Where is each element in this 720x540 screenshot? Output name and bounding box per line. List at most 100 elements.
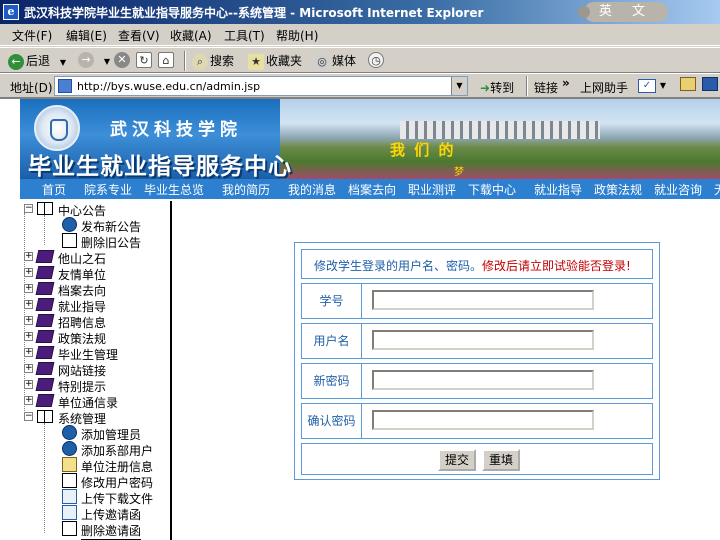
form-row-new-password: 新密码 — [301, 363, 653, 399]
page-content: 武汉科技学院 毕业生就业指导服务中心 我 们 的 梦 首页 院系专业 毕业生总览… — [0, 97, 720, 540]
username-input[interactable] — [372, 330, 594, 350]
student-id-input[interactable] — [372, 290, 594, 310]
closed-book-icon — [35, 346, 55, 359]
submit-button[interactable]: 提交 — [438, 449, 476, 471]
refresh-button[interactable]: ↻ — [136, 52, 154, 68]
expand-icon[interactable]: + — [24, 268, 33, 277]
home-button[interactable]: ⌂ — [158, 52, 176, 68]
forward-arrow-icon: → — [78, 52, 94, 68]
banner-slogan: 我 们 的 — [390, 141, 456, 159]
menu-help[interactable]: 帮助(H) — [276, 27, 318, 44]
admin-tree: − 中心公告 发布新公告 删除旧公告 + 他山之石 + 友情单位 + 档案去向 — [20, 201, 172, 540]
edit-button[interactable] — [680, 77, 696, 94]
closed-book-icon — [35, 394, 55, 407]
change-password-form: 修改学生登录的用户名、密码。修改后请立即试验能否登录! 学号 用户名 新密码 确… — [294, 242, 660, 480]
username-label: 用户名 — [302, 324, 362, 358]
nav-policies[interactable]: 政策法规 — [594, 181, 642, 198]
address-bar: 地址(D) http://bys.wuse.edu.cn/admin.jsp ▼… — [0, 73, 720, 97]
university-logo-icon — [34, 105, 80, 151]
web-helper-button[interactable]: 上网助手 — [580, 79, 628, 96]
nav-more[interactable]: 无 — [714, 181, 720, 198]
banner-dream: 梦 — [454, 167, 464, 178]
add-user-icon — [62, 441, 77, 456]
back-dropdown-icon[interactable]: ▼ — [60, 58, 66, 67]
nav-home[interactable]: 首页 — [42, 181, 66, 198]
closed-book-icon — [35, 378, 55, 391]
collapse-icon[interactable]: − — [24, 412, 33, 421]
nav-archives[interactable]: 档案去向 — [348, 181, 396, 198]
forward-dropdown-icon[interactable]: ▼ — [104, 57, 110, 66]
expand-icon[interactable]: + — [24, 364, 33, 373]
mail-check-icon: ✓ — [638, 79, 656, 93]
links-chevron-icon[interactable]: » — [562, 76, 570, 90]
mail-dropdown-icon[interactable]: ▼ — [660, 81, 666, 90]
forward-button[interactable]: → ▼ — [78, 52, 110, 68]
links-label[interactable]: 链接 — [534, 79, 558, 96]
search-icon: ⌕ — [192, 53, 208, 70]
go-button[interactable]: ➜转到 — [480, 79, 514, 96]
closed-book-icon — [35, 282, 55, 295]
menu-view[interactable]: 查看(V) — [118, 27, 160, 44]
student-id-label: 学号 — [302, 284, 362, 318]
media-button[interactable]: ◎ 媒体 — [314, 52, 356, 70]
form-header: 修改学生登录的用户名、密码。修改后请立即试验能否登录! — [314, 259, 631, 273]
expand-icon[interactable]: + — [24, 348, 33, 357]
expand-icon[interactable]: + — [24, 300, 33, 309]
address-input[interactable]: http://bys.wuse.edu.cn/admin.jsp ▼ — [54, 76, 468, 96]
favorites-button[interactable]: ★ 收藏夹 — [248, 52, 302, 70]
ie-logo-icon: e — [3, 4, 19, 20]
nav-assessment[interactable]: 职业测评 — [408, 181, 456, 198]
back-button[interactable]: ← 后退 ▼ — [8, 52, 66, 70]
nav-downloads[interactable]: 下载中心 — [468, 181, 516, 198]
new-password-input[interactable] — [372, 370, 594, 390]
menu-tools[interactable]: 工具(T) — [224, 27, 265, 44]
expand-icon[interactable]: + — [24, 284, 33, 293]
expand-icon[interactable]: + — [24, 380, 33, 389]
history-button[interactable]: ◷ — [368, 52, 386, 68]
nav-graduates[interactable]: 毕业生总览 — [144, 181, 204, 198]
reset-button[interactable]: 重填 — [482, 449, 520, 471]
site-nav: 首页 院系专业 毕业生总览 我的简历 我的消息 档案去向 职业测评 下载中心 就… — [20, 179, 720, 199]
edit-doc-icon — [62, 473, 77, 488]
form-button-row: 提交 重填 — [301, 443, 653, 475]
menu-edit[interactable]: 编辑(E) — [66, 27, 107, 44]
open-book-icon — [37, 410, 53, 423]
nav-guidance[interactable]: 就业指导 — [534, 181, 582, 198]
tree-connector — [44, 215, 45, 245]
go-arrow-icon: ➜ — [480, 81, 491, 95]
toolbar: ← 后退 ▼ → ▼ ✕ ↻ ⌂ ⌕ 搜索 ★ 收藏夹 ◎ 媒体 ◷ — [0, 47, 720, 73]
nav-consulting[interactable]: 就业咨询 — [654, 181, 702, 198]
address-separator — [526, 76, 528, 96]
menu-file[interactable]: 文件(F) — [12, 27, 52, 44]
window-title: 武汉科技学院毕业生就业指导服务中心--系统管理 - Microsoft Inte… — [24, 6, 484, 20]
home-icon: ⌂ — [158, 52, 174, 68]
expand-icon[interactable]: + — [24, 316, 33, 325]
search-button[interactable]: ⌕ 搜索 — [192, 52, 234, 70]
campus-photo — [280, 99, 720, 179]
university-name: 武汉科技学院 — [110, 120, 242, 140]
form-row-confirm-password: 确认密码 — [301, 403, 653, 439]
expand-icon[interactable]: + — [24, 252, 33, 261]
registration-icon — [62, 457, 77, 472]
confirm-password-input[interactable] — [372, 410, 594, 430]
edit-icon — [680, 77, 696, 91]
expand-icon[interactable]: + — [24, 332, 33, 341]
language-indicator[interactable]: 英 文 — [578, 2, 668, 22]
menu-favorites[interactable]: 收藏(A) — [170, 27, 212, 44]
nav-departments[interactable]: 院系专业 — [84, 181, 132, 198]
mail-button[interactable]: ✓ ▼ — [638, 77, 666, 93]
stop-button[interactable]: ✕ — [114, 52, 132, 68]
closed-book-icon — [35, 330, 55, 343]
nav-resume[interactable]: 我的简历 — [222, 181, 270, 198]
toolbar-separator — [184, 51, 186, 71]
closed-book-icon — [35, 298, 55, 311]
form-warning: 修改后请立即试验能否登录! — [482, 259, 631, 273]
address-dropdown-icon[interactable]: ▼ — [451, 77, 467, 95]
print-button[interactable] — [702, 77, 718, 94]
center-name: 毕业生就业指导服务中心 — [28, 154, 292, 179]
nav-messages[interactable]: 我的消息 — [288, 181, 336, 198]
closed-book-icon — [35, 314, 55, 327]
collapse-icon[interactable]: − — [24, 204, 33, 213]
page-icon — [58, 79, 72, 93]
expand-icon[interactable]: + — [24, 396, 33, 405]
